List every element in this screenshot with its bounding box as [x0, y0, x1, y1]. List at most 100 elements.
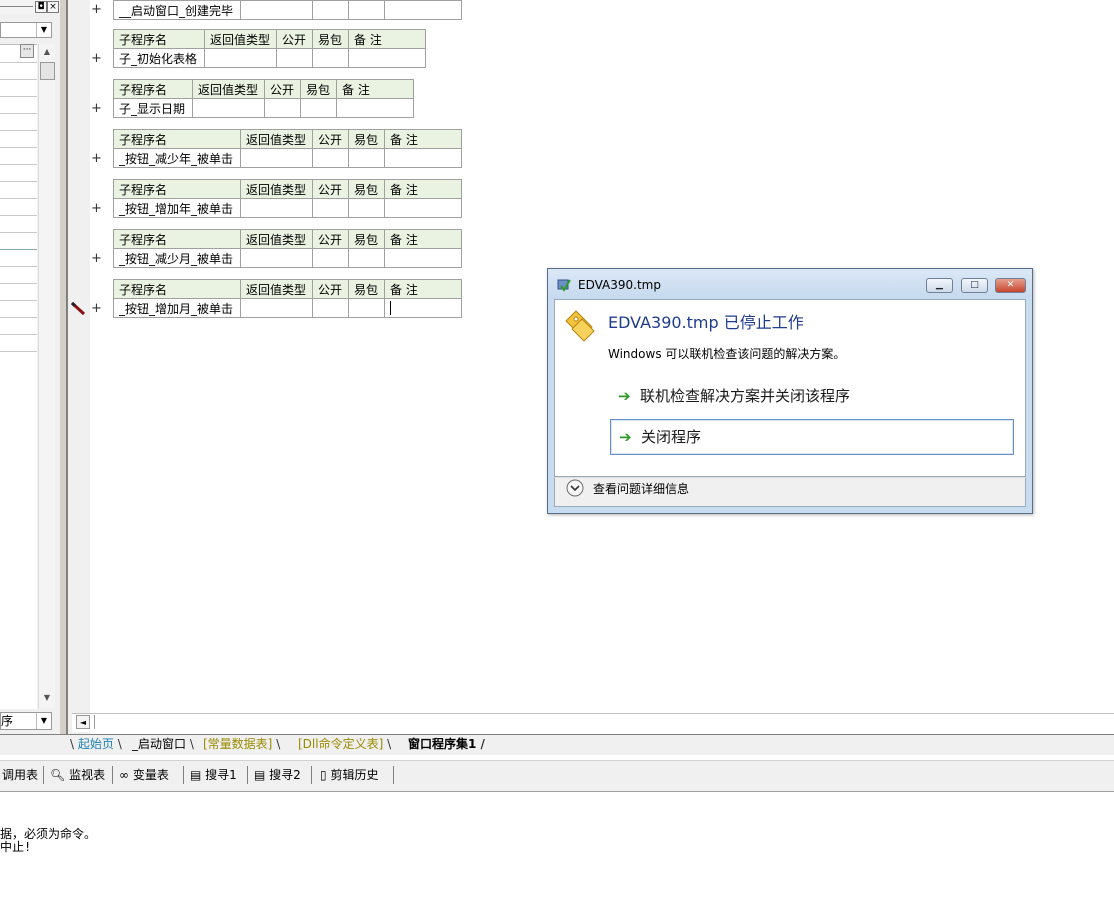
watch-button[interactable]: 🔍︎ 监视表 — [50, 767, 105, 783]
grid-row-line — [0, 130, 37, 131]
maximize-icon[interactable]: □ — [961, 278, 988, 293]
easy-package-cell[interactable] — [348, 148, 385, 168]
expand-icon[interactable]: + — [91, 201, 102, 216]
tab-startup-window[interactable]: _启动窗口 \ — [132, 735, 194, 753]
search-list-icon: ▤ — [254, 768, 266, 782]
subroutine-name[interactable]: _按钮_增加年_被单击 — [113, 198, 241, 218]
grid-row-line — [0, 147, 37, 148]
titlebar-line — [0, 6, 33, 7]
arrow-right-icon: ➔ — [619, 428, 632, 446]
subroutine-name[interactable]: _按钮_增加月_被单击 — [113, 298, 241, 318]
clip-history-button[interactable]: ▯ 剪辑历史 — [320, 767, 378, 783]
easy-package-cell[interactable] — [348, 298, 385, 318]
public-cell[interactable] — [312, 148, 349, 168]
tab-constants[interactable]: [常量数据表] \ — [203, 735, 280, 753]
grid-row-line — [0, 266, 37, 267]
variables-button[interactable]: ∞ 变量表 — [119, 767, 169, 783]
subroutine-table: 子程序名 返回值类型 公开 易包备 注 子_显示日期 — [113, 79, 414, 118]
edit-pencil-icon — [70, 301, 86, 316]
view-details-link[interactable]: 查看问题详细信息 — [593, 480, 689, 497]
subroutine-table: 子程序名 返回值类型 公开 易包备 注 _按钮_减少月_被单击 — [113, 229, 462, 268]
grid-row-line — [0, 249, 37, 250]
subroutine-table: 子程序名 返回值类型 公开 易包备 注 _按钮_增加月_被单击 — [113, 279, 462, 318]
note-cell[interactable] — [384, 248, 462, 268]
tb-label: 搜寻1 — [205, 768, 237, 782]
return-type-cell[interactable] — [240, 298, 313, 318]
note-cell[interactable] — [336, 98, 414, 118]
note-cell[interactable] — [348, 48, 426, 68]
subroutine-name[interactable]: 子_显示日期 — [113, 98, 193, 118]
chevron-down-icon[interactable]: ▼ — [36, 713, 51, 729]
expand-icon[interactable]: + — [91, 251, 102, 266]
note-cell[interactable] — [384, 298, 462, 318]
col-public-header: 公开 — [312, 129, 349, 149]
panel-titlebar: ◘ × — [0, 0, 60, 14]
easy-package-cell[interactable] — [312, 48, 349, 68]
dialog-title: EDVA390.tmp — [578, 278, 661, 292]
close-icon[interactable]: ✕ — [995, 278, 1026, 293]
expand-icon[interactable]: + — [91, 51, 102, 66]
note-cell[interactable] — [384, 0, 462, 20]
public-cell[interactable] — [312, 298, 349, 318]
tab-dll-commands[interactable]: [Dll命令定义表] \ — [298, 735, 391, 753]
restore-icon[interactable]: ◘ — [35, 1, 47, 13]
minimize-icon[interactable]: ▁ — [926, 278, 953, 293]
call-table-button[interactable]: 调用表 — [2, 767, 38, 783]
chevron-down-icon[interactable]: ▼ — [36, 23, 51, 37]
close-icon[interactable]: × — [47, 1, 59, 13]
return-type-cell[interactable] — [192, 98, 265, 118]
output-panel[interactable] — [0, 792, 1114, 915]
expand-icon[interactable]: + — [91, 2, 102, 17]
easy-package-cell[interactable] — [300, 98, 337, 118]
note-cell[interactable] — [384, 198, 462, 218]
return-type-cell[interactable] — [240, 0, 313, 20]
chevron-down-icon[interactable] — [566, 479, 584, 497]
tb-label: 调用表 — [2, 768, 39, 782]
grid-row-line — [0, 215, 37, 216]
public-cell[interactable] — [312, 0, 349, 20]
return-type-cell[interactable] — [240, 198, 313, 218]
col-return-header: 返回值类型 — [240, 129, 313, 149]
expand-icon[interactable]: + — [91, 301, 102, 316]
close-program-button[interactable]: ➔ 关闭程序 — [610, 419, 1014, 455]
note-cell[interactable] — [384, 148, 462, 168]
grid-row-line — [0, 113, 37, 114]
return-type-cell[interactable] — [204, 48, 277, 68]
scroll-up-icon[interactable]: ▲ — [39, 44, 55, 60]
editor-hscrollbar[interactable] — [72, 713, 1114, 732]
scroll-thumb[interactable] — [40, 62, 55, 80]
col-note-header: 备 注 — [348, 29, 426, 49]
tab-label: [常量数据表] — [203, 737, 273, 751]
scroll-track[interactable] — [94, 715, 109, 729]
scroll-left-icon[interactable]: ◄ — [76, 715, 90, 729]
public-cell[interactable] — [264, 98, 301, 118]
public-cell[interactable] — [312, 248, 349, 268]
col-note-header: 备 注 — [384, 179, 462, 199]
subroutine-name[interactable]: _按钮_减少年_被单击 — [113, 148, 241, 168]
easy-package-cell[interactable] — [348, 0, 385, 20]
easy-package-cell[interactable] — [348, 248, 385, 268]
return-type-cell[interactable] — [240, 148, 313, 168]
return-type-cell[interactable] — [240, 248, 313, 268]
scroll-down-icon[interactable]: ▼ — [39, 690, 55, 706]
expand-icon[interactable]: + — [91, 151, 102, 166]
tab-start-page[interactable]: \ 起始页 \ — [70, 735, 122, 753]
grid-row-line — [0, 232, 37, 233]
subroutine-name[interactable]: __启动窗口_创建完毕 — [113, 0, 241, 20]
ellipsis-button[interactable]: ··· — [20, 44, 34, 58]
property-grid[interactable] — [0, 44, 37, 709]
check-online-button[interactable]: ➔ 联机检查解决方案并关闭该程序 — [610, 379, 1014, 415]
expand-icon[interactable]: + — [91, 101, 102, 116]
search2-button[interactable]: ▤ 搜寻2 — [254, 767, 301, 783]
tab-window-assembly[interactable]: 窗口程序集1 / — [408, 735, 485, 753]
public-cell[interactable] — [312, 198, 349, 218]
public-cell[interactable] — [276, 48, 313, 68]
subroutine-name[interactable]: _按钮_减少月_被单击 — [113, 248, 241, 268]
search1-button[interactable]: ▤ 搜寻1 — [190, 767, 237, 783]
grid-row-line — [0, 62, 37, 63]
property-scrollbar[interactable]: ▲ ▼ — [38, 44, 55, 708]
object-selector[interactable]: ▼ — [0, 22, 52, 38]
easy-package-cell[interactable] — [348, 198, 385, 218]
subroutine-name[interactable]: 子_初始化表格 — [113, 48, 205, 68]
program-selector[interactable]: 程序 ▼ — [0, 712, 52, 730]
